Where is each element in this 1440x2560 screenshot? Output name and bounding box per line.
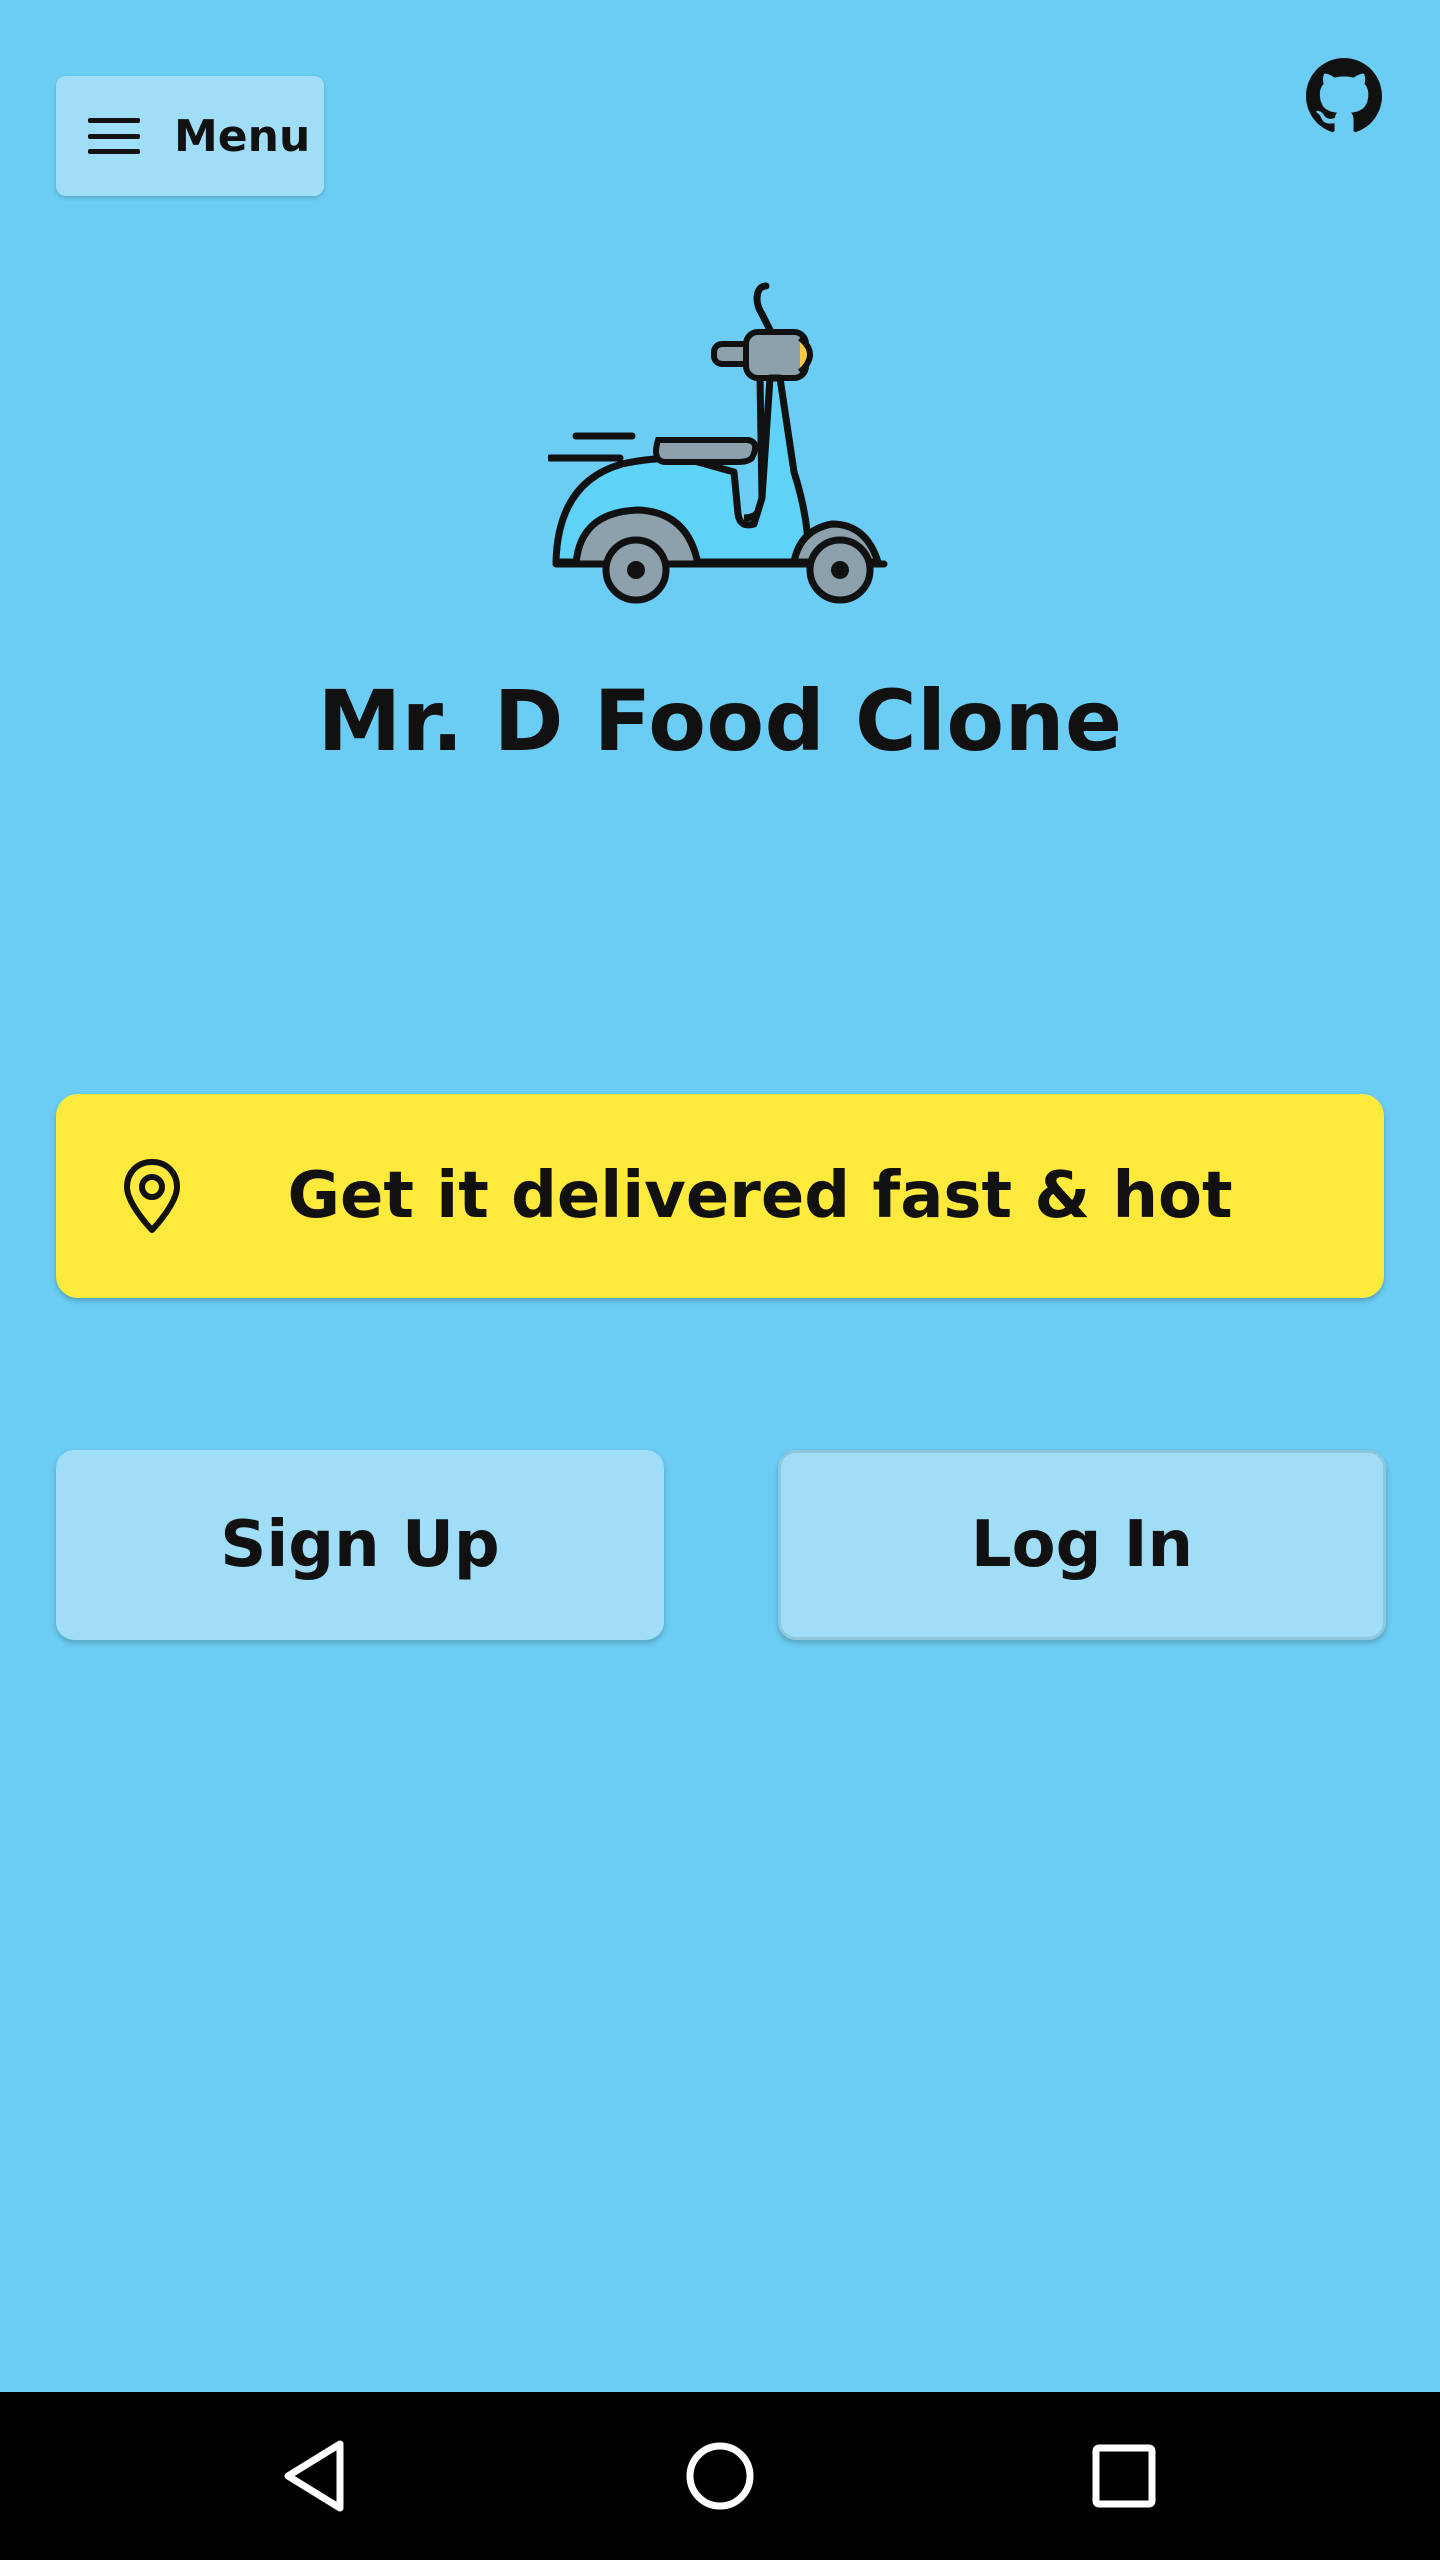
log-in-button[interactable]: Log In [778,1450,1386,1640]
recents-square-icon[interactable] [1082,2434,1166,2518]
menu-button[interactable]: Menu [56,76,324,196]
menu-label: Menu [174,110,311,162]
app-title: Mr. D Food Clone [317,672,1123,770]
github-icon[interactable] [1306,58,1382,134]
delivery-button-label: Get it delivered fast & hot [287,1159,1233,1233]
home-circle-icon[interactable] [678,2434,762,2518]
back-triangle-icon[interactable] [274,2434,358,2518]
delivery-address-button[interactable]: Get it delivered fast & hot [56,1094,1384,1298]
scooter-icon [548,282,888,604]
hamburger-icon [88,118,140,154]
system-navigation-bar [0,2392,1440,2560]
sign-up-button[interactable]: Sign Up [56,1450,664,1640]
app-screen: Menu Mr. D Food Clone Get it delivered f… [0,0,1440,2392]
